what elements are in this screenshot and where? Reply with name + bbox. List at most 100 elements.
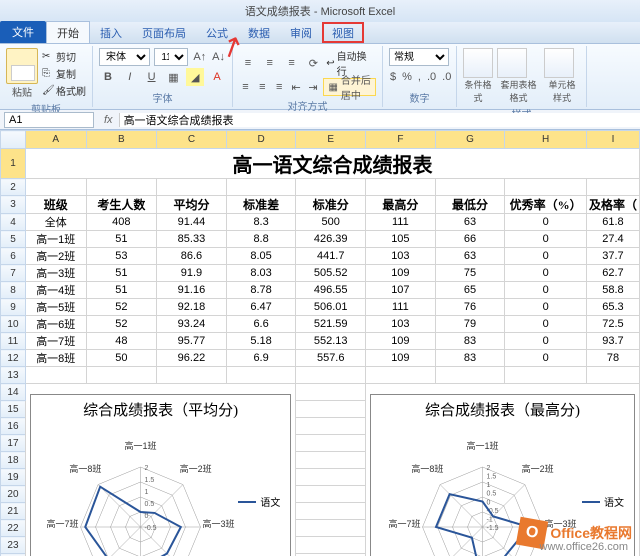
table-header[interactable]: 考生人数 bbox=[86, 196, 157, 214]
col-header-E[interactable]: E bbox=[296, 131, 366, 149]
cell[interactable] bbox=[586, 179, 639, 196]
data-cell[interactable]: 552.13 bbox=[296, 333, 366, 350]
data-cell[interactable]: 52 bbox=[86, 299, 157, 316]
row-header-7[interactable]: 7 bbox=[1, 265, 26, 282]
data-cell[interactable]: 91.44 bbox=[157, 214, 227, 231]
cell[interactable] bbox=[296, 418, 366, 435]
data-cell[interactable]: 107 bbox=[366, 282, 436, 299]
formula-input[interactable] bbox=[119, 113, 640, 127]
copy-button[interactable]: ⎘复制 bbox=[42, 66, 86, 81]
row-header-21[interactable]: 21 bbox=[1, 503, 26, 520]
data-cell[interactable]: 441.7 bbox=[296, 248, 366, 265]
underline-button[interactable]: U bbox=[143, 68, 161, 86]
data-cell[interactable]: 72.5 bbox=[586, 316, 639, 333]
row-header-22[interactable]: 22 bbox=[1, 520, 26, 537]
inc-decimal-icon[interactable]: .0 bbox=[426, 68, 437, 86]
row-header-4[interactable]: 4 bbox=[1, 214, 26, 231]
data-cell[interactable]: 高一4班 bbox=[25, 282, 86, 299]
worksheet-grid[interactable]: ABCDEFGHI1高一语文综合成绩报表23班级考生人数平均分标准差标准分最高分… bbox=[0, 130, 640, 556]
cell[interactable] bbox=[435, 179, 505, 196]
row-header-19[interactable]: 19 bbox=[1, 469, 26, 486]
cell[interactable] bbox=[296, 179, 366, 196]
data-cell[interactable]: 93.7 bbox=[586, 333, 639, 350]
tab-insert[interactable]: 插入 bbox=[90, 22, 132, 43]
data-cell[interactable]: 79 bbox=[435, 316, 505, 333]
table-header[interactable]: 班级 bbox=[25, 196, 86, 214]
align-center-icon[interactable]: ≡ bbox=[256, 78, 269, 96]
cut-button[interactable]: ✂剪切 bbox=[42, 49, 86, 64]
data-cell[interactable]: 86.6 bbox=[157, 248, 227, 265]
cell-style-icon[interactable] bbox=[544, 48, 574, 78]
tab-home[interactable]: 开始 bbox=[46, 21, 90, 43]
table-format-icon[interactable] bbox=[497, 48, 527, 78]
data-cell[interactable]: 高一7班 bbox=[25, 333, 86, 350]
col-header-H[interactable]: H bbox=[505, 131, 587, 149]
data-cell[interactable]: 6.47 bbox=[226, 299, 296, 316]
data-cell[interactable]: 85.33 bbox=[157, 231, 227, 248]
comma-icon[interactable]: , bbox=[417, 68, 422, 86]
cell[interactable] bbox=[296, 435, 366, 452]
align-top-icon[interactable]: ≡ bbox=[239, 54, 257, 72]
chart-avg[interactable]: 综合成绩报表（平均分)高一1班高一2班高一3班高一4班高一5班高一6班高一7班高… bbox=[25, 384, 295, 556]
table-header[interactable]: 标准差 bbox=[226, 196, 296, 214]
data-cell[interactable]: 103 bbox=[366, 248, 436, 265]
italic-button[interactable]: I bbox=[121, 68, 139, 86]
cell[interactable] bbox=[505, 367, 587, 384]
data-cell[interactable]: 521.59 bbox=[296, 316, 366, 333]
data-cell[interactable]: 111 bbox=[366, 299, 436, 316]
data-cell[interactable]: 91.16 bbox=[157, 282, 227, 299]
cell[interactable] bbox=[296, 401, 366, 418]
data-cell[interactable]: 5.18 bbox=[226, 333, 296, 350]
table-header[interactable]: 最低分 bbox=[435, 196, 505, 214]
row-header-1[interactable]: 1 bbox=[1, 149, 26, 179]
data-cell[interactable]: 505.52 bbox=[296, 265, 366, 282]
data-cell[interactable]: 8.05 bbox=[226, 248, 296, 265]
indent-inc-icon[interactable]: ⇥ bbox=[307, 78, 320, 96]
col-header-C[interactable]: C bbox=[157, 131, 227, 149]
align-middle-icon[interactable]: ≡ bbox=[261, 54, 279, 72]
tab-formulas[interactable]: 公式 bbox=[196, 22, 238, 43]
data-cell[interactable]: 426.39 bbox=[296, 231, 366, 248]
row-header-18[interactable]: 18 bbox=[1, 452, 26, 469]
data-cell[interactable]: 109 bbox=[366, 350, 436, 367]
data-cell[interactable]: 91.9 bbox=[157, 265, 227, 282]
font-size-select[interactable]: 11 bbox=[154, 48, 188, 66]
tab-review[interactable]: 审阅 bbox=[280, 22, 322, 43]
data-cell[interactable]: 51 bbox=[86, 282, 157, 299]
indent-dec-icon[interactable]: ⇤ bbox=[290, 78, 303, 96]
data-cell[interactable]: 0 bbox=[505, 333, 587, 350]
col-header-G[interactable]: G bbox=[435, 131, 505, 149]
col-header-D[interactable]: D bbox=[226, 131, 296, 149]
cell[interactable] bbox=[296, 537, 366, 554]
row-header-13[interactable]: 13 bbox=[1, 367, 26, 384]
data-cell[interactable]: 8.3 bbox=[226, 214, 296, 231]
data-cell[interactable]: 103 bbox=[366, 316, 436, 333]
row-header-23[interactable]: 23 bbox=[1, 537, 26, 554]
data-cell[interactable]: 高一1班 bbox=[25, 231, 86, 248]
data-cell[interactable]: 63 bbox=[435, 214, 505, 231]
data-cell[interactable]: 0 bbox=[505, 299, 587, 316]
data-cell[interactable]: 6.6 bbox=[226, 316, 296, 333]
row-header-2[interactable]: 2 bbox=[1, 179, 26, 196]
col-header-I[interactable]: I bbox=[586, 131, 639, 149]
row-header-9[interactable]: 9 bbox=[1, 299, 26, 316]
cell[interactable] bbox=[25, 367, 86, 384]
data-cell[interactable]: 37.7 bbox=[586, 248, 639, 265]
fill-color-button[interactable]: ◢ bbox=[186, 68, 204, 86]
orientation-icon[interactable]: ⟳ bbox=[304, 54, 322, 72]
cell[interactable] bbox=[86, 179, 157, 196]
row-header-11[interactable]: 11 bbox=[1, 333, 26, 350]
row-header-15[interactable]: 15 bbox=[1, 401, 26, 418]
percent-icon[interactable]: % bbox=[401, 68, 413, 86]
cell[interactable] bbox=[25, 179, 86, 196]
row-header-12[interactable]: 12 bbox=[1, 350, 26, 367]
format-painter-button[interactable]: 🖌格式刷 bbox=[42, 83, 86, 98]
data-cell[interactable]: 408 bbox=[86, 214, 157, 231]
tab-data[interactable]: 数据 bbox=[238, 22, 280, 43]
font-color-button[interactable]: A bbox=[208, 68, 226, 86]
row-header-6[interactable]: 6 bbox=[1, 248, 26, 265]
data-cell[interactable]: 0 bbox=[505, 265, 587, 282]
data-cell[interactable]: 高一8班 bbox=[25, 350, 86, 367]
cell[interactable] bbox=[296, 384, 366, 401]
border-button[interactable]: ▦ bbox=[164, 68, 182, 86]
